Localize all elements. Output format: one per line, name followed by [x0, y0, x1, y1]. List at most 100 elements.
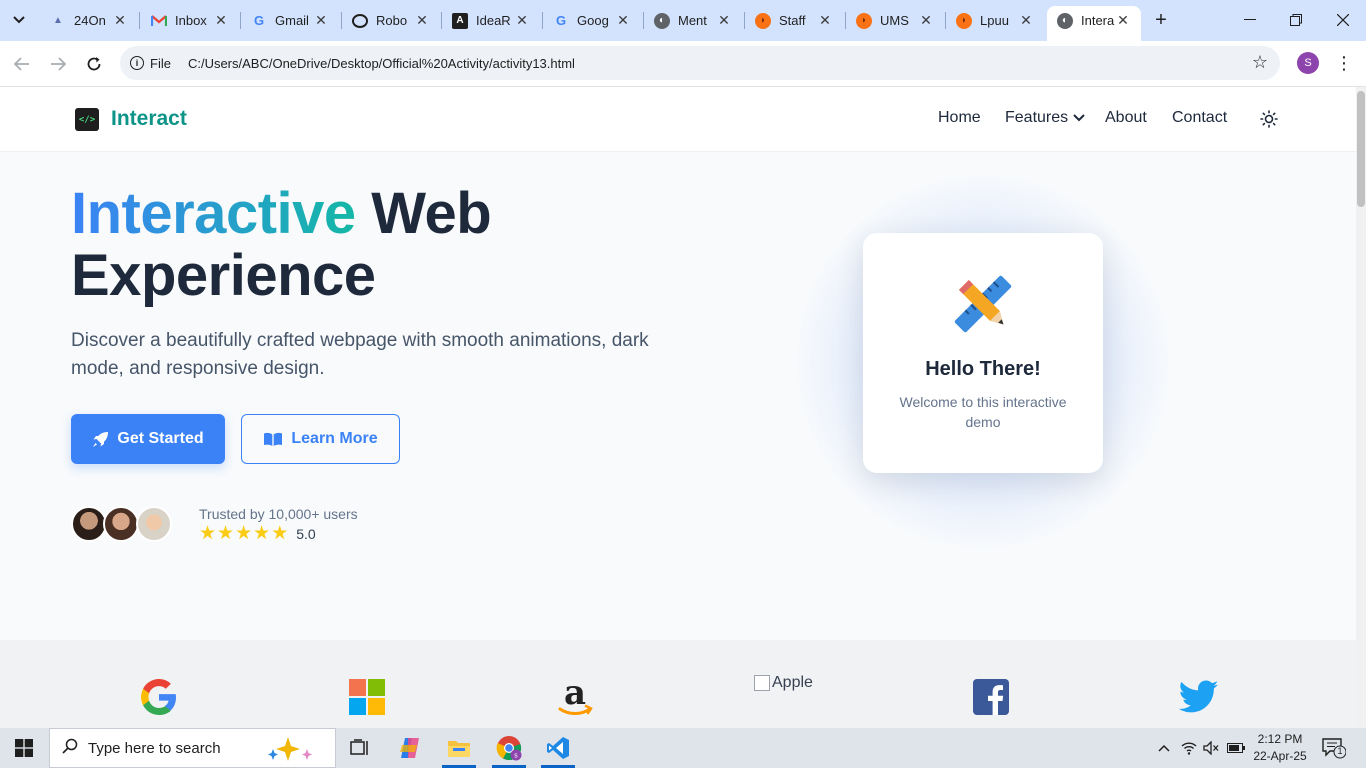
profile-avatar[interactable]: S [1297, 52, 1319, 74]
book-open-icon [263, 432, 283, 447]
new-tab-button[interactable]: + [1150, 8, 1172, 32]
amazon-logo: a [554, 676, 596, 718]
browser-tab[interactable]: ▲ 24On ✕ [40, 6, 138, 35]
close-window-button[interactable] [1320, 6, 1366, 34]
vscode-button[interactable] [535, 728, 581, 768]
apple-logo: Apple [754, 674, 813, 692]
card-title: Hello There! [925, 358, 1041, 380]
site-brand[interactable]: Interact [111, 107, 187, 131]
close-tab-icon[interactable]: ✕ [112, 12, 128, 29]
taskbar-search[interactable]: Type here to search [49, 728, 336, 768]
file-explorer-button[interactable] [436, 728, 482, 768]
browser-tab[interactable]: Inbox ✕ [141, 6, 239, 35]
volume-button[interactable] [1200, 728, 1222, 768]
svg-text:s: s [514, 752, 518, 760]
close-tab-icon[interactable]: ✕ [817, 12, 833, 29]
close-tab-icon[interactable]: ✕ [313, 12, 329, 29]
clock-time: 2:12 PM [1257, 732, 1303, 746]
site-info-chip[interactable]: i File [130, 56, 171, 71]
close-tab-icon[interactable]: ✕ [716, 12, 732, 29]
close-tab-icon[interactable]: ✕ [213, 12, 229, 29]
battery-button[interactable] [1224, 728, 1248, 768]
reload-icon [87, 57, 101, 71]
browser-tab[interactable]: ◐ Ment ✕ [644, 6, 742, 35]
tab-title: Robo [376, 13, 408, 28]
globe-icon: ◐ [1057, 12, 1073, 29]
nav-features[interactable]: Features [1005, 109, 1085, 127]
nav-contact[interactable]: Contact [1172, 109, 1227, 127]
browser-toolbar: i File C:/Users/ABC/OneDrive/Desktop/Off… [0, 41, 1366, 87]
volume-muted-icon [1203, 741, 1219, 755]
apple-logo-alt-text: Apple [772, 674, 813, 691]
close-tab-icon[interactable]: ✕ [514, 12, 530, 29]
google-logo [138, 676, 180, 718]
wifi-icon [1181, 742, 1197, 755]
address-bar[interactable]: i File C:/Users/ABC/OneDrive/Desktop/Off… [120, 46, 1280, 80]
chrome-icon: s [496, 736, 522, 761]
battery-icon [1227, 743, 1245, 753]
page-scrollbar[interactable] [1356, 87, 1366, 728]
learn-more-label: Learn More [291, 430, 378, 447]
tab-title: Gmail [275, 13, 309, 28]
info-icon: i [130, 56, 144, 70]
code-logo-icon[interactable]: </> [75, 108, 99, 131]
svg-text:a: a [564, 676, 586, 713]
nav-home[interactable]: Home [938, 109, 981, 127]
url-text[interactable]: C:/Users/ABC/OneDrive/Desktop/Official%2… [188, 56, 575, 71]
restore-icon [1290, 14, 1302, 26]
task-view-button[interactable] [337, 728, 383, 768]
show-hidden-icons-button[interactable] [1153, 728, 1175, 768]
tab-title: Lpuu [980, 13, 1009, 28]
close-tab-icon[interactable]: ✕ [615, 12, 631, 29]
angular-icon: A [452, 12, 468, 29]
brand-logos-strip: a Apple [0, 640, 1356, 728]
user-avatar [71, 506, 107, 542]
clock[interactable]: 2:12 PM 22-Apr-25 [1250, 731, 1310, 765]
close-tab-icon[interactable]: ✕ [1018, 12, 1034, 29]
google-icon: G [555, 13, 567, 28]
hello-card[interactable]: Hello There! Welcome to this interactive… [863, 233, 1103, 473]
close-tab-icon[interactable]: ✕ [918, 12, 934, 29]
star-icon: ★ [253, 523, 271, 544]
nav-features-label: Features [1005, 109, 1069, 126]
microsoft-logo [346, 676, 388, 718]
user-avatar [103, 506, 139, 542]
close-tab-icon[interactable]: ✕ [1115, 12, 1131, 29]
browser-tab[interactable]: ◗ Staff ✕ [745, 6, 843, 35]
browser-tab[interactable]: G Goog ✕ [543, 6, 641, 35]
nav-about[interactable]: About [1105, 109, 1147, 127]
browser-tab-strip: ▲ 24On ✕ Inbox ✕ G Gmail ✕ Robo ✕ A Idea… [0, 0, 1366, 41]
lpu-icon: ◗ [755, 12, 771, 29]
get-started-button[interactable]: Get Started [71, 414, 225, 464]
copilot-button[interactable] [387, 728, 433, 768]
tab-search-button[interactable] [6, 8, 32, 32]
network-button[interactable] [1178, 728, 1200, 768]
star-icon: ★ [271, 523, 289, 544]
bookmark-star-icon[interactable]: ☆ [1252, 52, 1268, 73]
notification-center-button[interactable]: 1 [1322, 737, 1347, 759]
scheme-label: File [150, 55, 171, 71]
browser-menu-icon[interactable]: ⋮ [1334, 51, 1354, 75]
browser-tab-active[interactable]: ◐ Intera ✕ [1047, 6, 1141, 41]
restore-button[interactable] [1273, 6, 1319, 34]
hero-title-rest: Web [355, 181, 492, 246]
browser-tab[interactable]: Robo ✕ [342, 6, 440, 35]
start-button[interactable] [0, 728, 48, 768]
reload-button[interactable] [80, 50, 108, 78]
browser-tab[interactable]: ◗ Lpuu ✕ [946, 6, 1044, 35]
close-tab-icon[interactable]: ✕ [414, 12, 430, 29]
chrome-button[interactable]: s [486, 728, 532, 768]
vscode-icon [547, 737, 569, 759]
twitter-logo [1178, 676, 1220, 718]
card-text: Welcome to this interactive demo [899, 394, 1067, 430]
theme-toggle-button[interactable] [1259, 109, 1279, 129]
browser-tab[interactable]: A IdeaR ✕ [442, 6, 540, 35]
learn-more-button[interactable]: Learn More [241, 414, 400, 464]
browser-tab[interactable]: ◗ UMS ✕ [846, 6, 944, 35]
forward-button[interactable] [44, 50, 72, 78]
clock-date: 22-Apr-25 [1253, 749, 1307, 763]
browser-tab[interactable]: G Gmail ✕ [241, 6, 339, 35]
minimize-button[interactable] [1227, 6, 1273, 34]
back-button[interactable] [8, 50, 36, 78]
scrollbar-thumb[interactable] [1357, 91, 1365, 207]
